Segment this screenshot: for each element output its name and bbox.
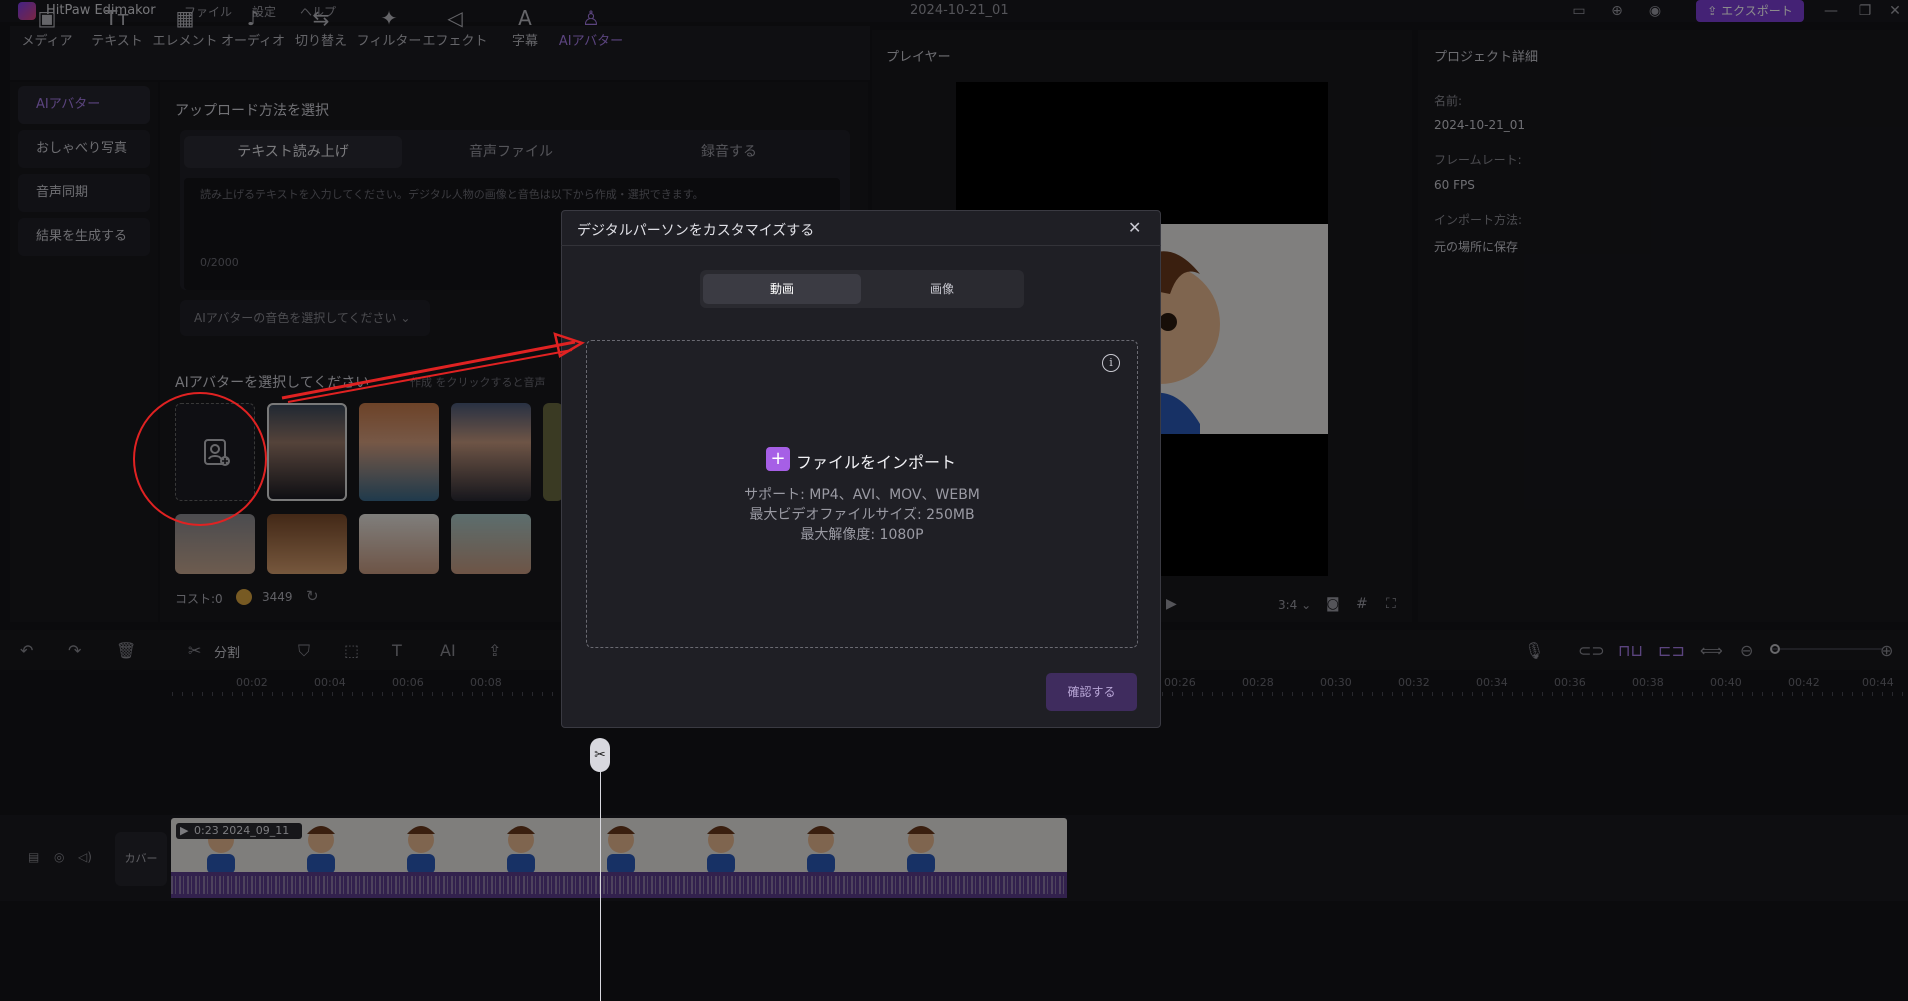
annotation-arrow [281, 332, 585, 403]
